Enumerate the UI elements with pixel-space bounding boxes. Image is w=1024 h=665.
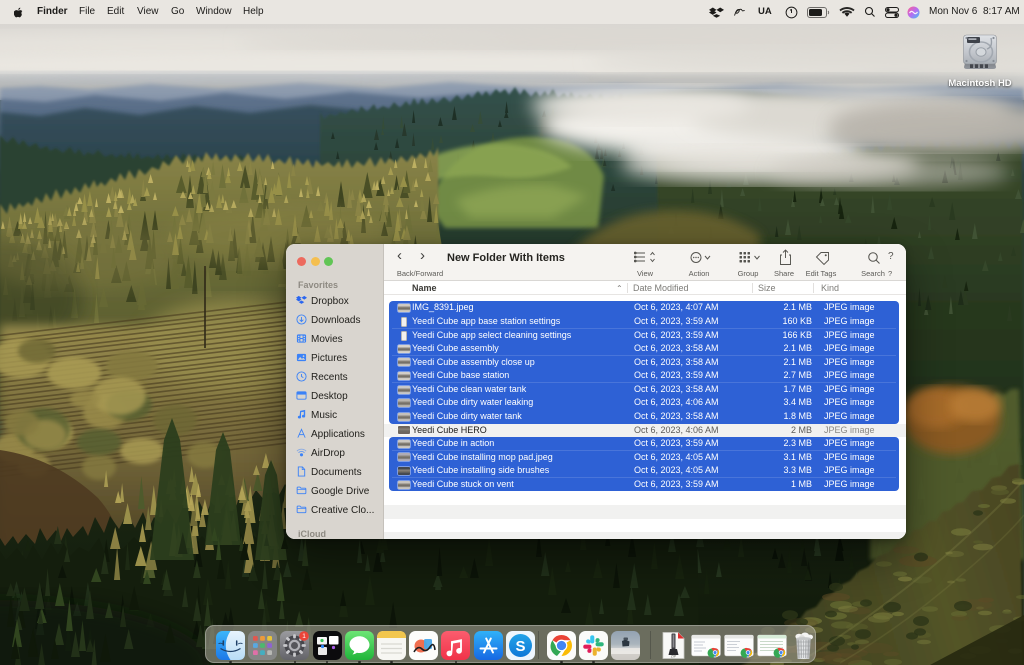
svg-text:ZIP: ZIP <box>671 654 677 658</box>
svg-text:S: S <box>515 638 525 655</box>
svg-text:1: 1 <box>303 633 307 640</box>
